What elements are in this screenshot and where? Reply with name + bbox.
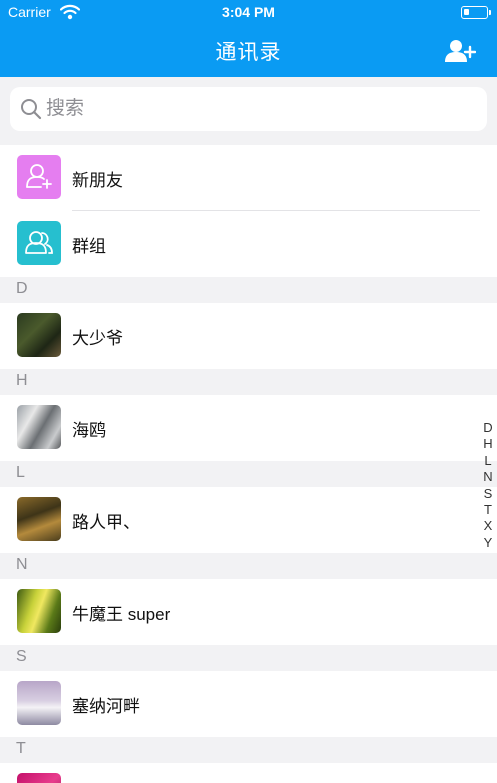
section-letter: S — [16, 648, 27, 665]
section-letter: N — [16, 556, 28, 573]
contact-name: 大少爷 — [72, 329, 123, 348]
battery-icon — [461, 6, 488, 19]
groups-item[interactable]: 群组 — [0, 211, 497, 277]
section-header-s: S — [0, 645, 497, 671]
contact-avatar — [17, 589, 61, 633]
contact-name: 海鸥 — [72, 421, 106, 440]
contact-row[interactable]: 路人甲、 — [0, 487, 497, 553]
index-letter-y[interactable]: Y — [480, 535, 496, 551]
add-friend-icon[interactable] — [444, 38, 476, 64]
new-friend-icon — [17, 155, 61, 199]
search-input[interactable] — [46, 87, 476, 131]
section-header-h: H — [0, 369, 497, 395]
groups-label: 群组 — [72, 237, 106, 256]
search-icon — [21, 99, 42, 120]
contact-name: 塞纳河畔 — [72, 697, 140, 716]
contact-avatar — [17, 497, 61, 541]
contact-row[interactable]: 大少爷 — [0, 303, 497, 369]
clock: 3:04 PM — [222, 4, 275, 20]
search-box[interactable] — [10, 87, 487, 131]
nav-header: Carrier 3:04 PM 通讯录 — [0, 0, 497, 77]
group-icon — [17, 221, 61, 265]
alphabet-index[interactable]: D H L N S T X Y — [480, 420, 496, 551]
section-header-d: D — [0, 277, 497, 303]
new-friends-label: 新朋友 — [72, 171, 123, 190]
contact-row[interactable]: 牛魔王 super — [0, 579, 497, 645]
contact-avatar — [17, 681, 61, 725]
contact-row[interactable]: 塞纳河畔 — [0, 671, 497, 737]
contact-row[interactable]: 海鸥 — [0, 395, 497, 461]
section-header-n: N — [0, 553, 497, 579]
contact-avatar — [17, 313, 61, 357]
index-letter-s[interactable]: S — [480, 486, 496, 502]
contact-name: 牛魔王 super — [72, 605, 171, 624]
contact-row[interactable] — [0, 763, 497, 783]
page-title: 通讯录 — [215, 41, 282, 64]
search-bar — [0, 77, 497, 145]
index-letter-h[interactable]: H — [480, 436, 496, 452]
index-letter-t[interactable]: T — [480, 502, 496, 518]
section-letter: L — [16, 464, 25, 481]
battery-tip — [489, 10, 491, 15]
contact-avatar — [17, 405, 61, 449]
new-friends-item[interactable]: 新朋友 — [0, 145, 497, 211]
status-bar: Carrier 3:04 PM — [0, 0, 497, 26]
section-header-l: L — [0, 461, 497, 487]
section-letter: H — [16, 372, 28, 389]
contact-name: 路人甲、 — [72, 513, 140, 532]
section-letter: D — [16, 280, 28, 297]
section-letter: T — [16, 740, 26, 757]
index-letter-d[interactable]: D — [480, 420, 496, 436]
index-letter-l[interactable]: L — [480, 453, 496, 469]
contact-avatar — [17, 773, 61, 783]
index-letter-x[interactable]: X — [480, 518, 496, 534]
section-header-t: T — [0, 737, 497, 763]
index-letter-n[interactable]: N — [480, 469, 496, 485]
